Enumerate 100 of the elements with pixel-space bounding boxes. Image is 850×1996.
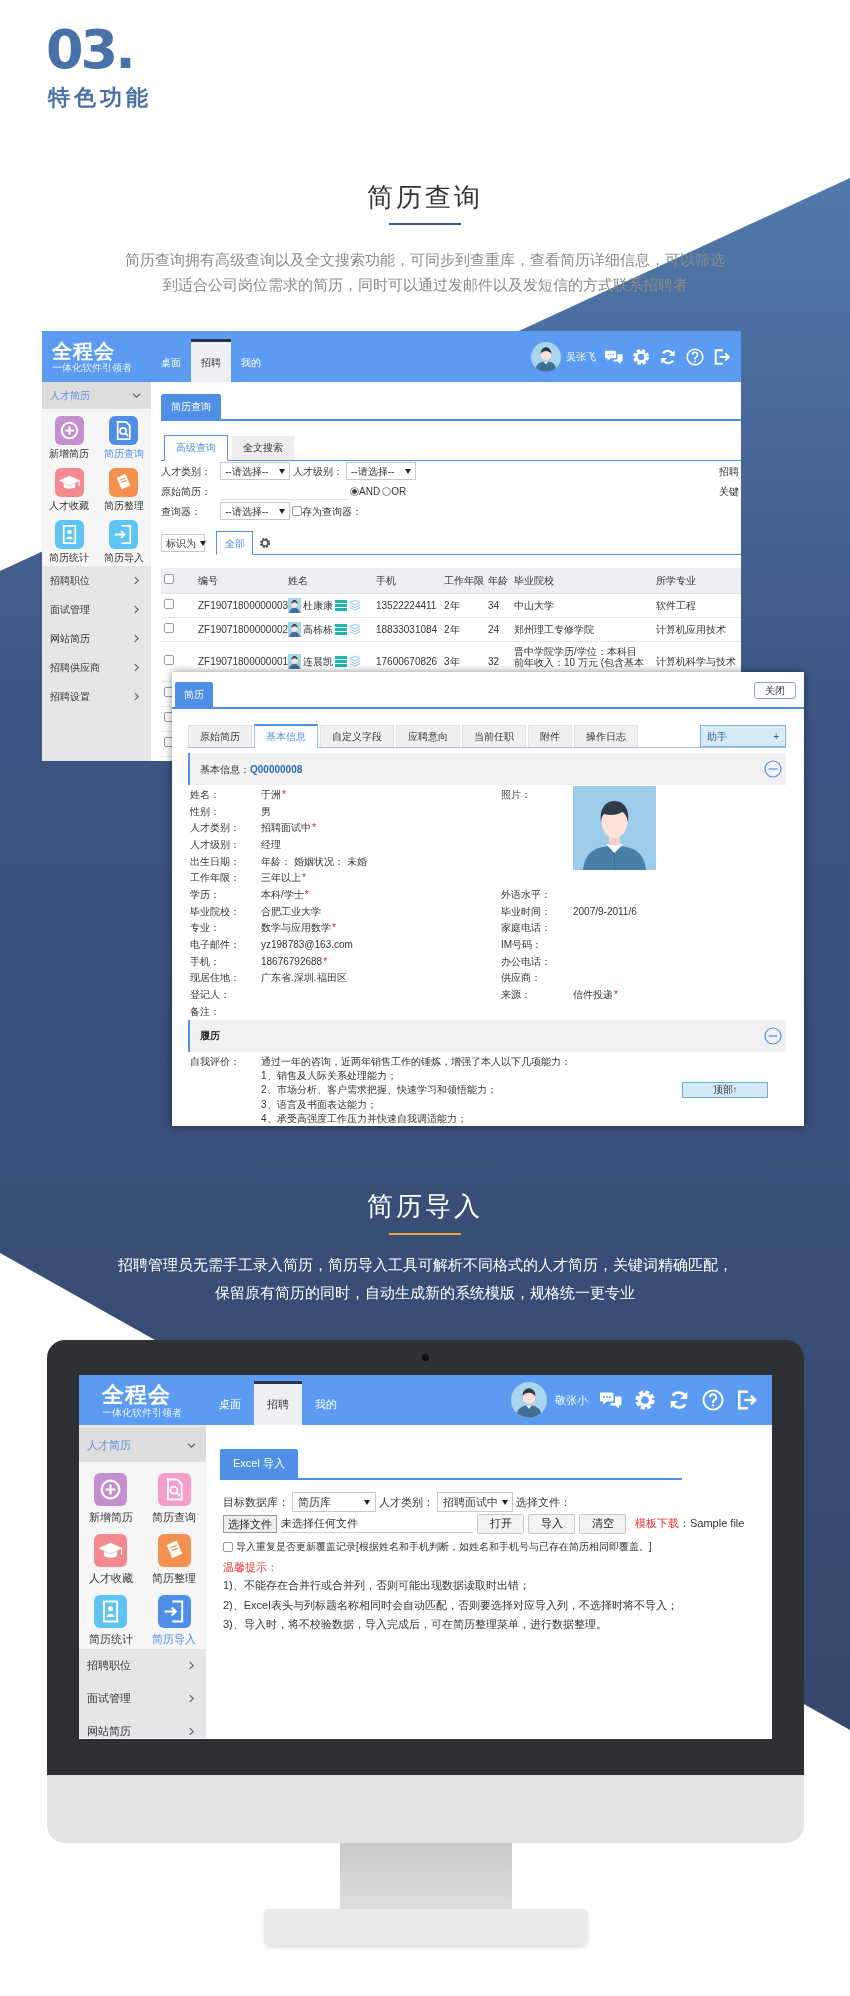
tip-text: 3)、导入时，将不校验数据，导入完成后，可在简历整理菜单，进行数据整理。 xyxy=(222,1617,608,1632)
settings-icon[interactable] xyxy=(259,536,271,549)
dropdown[interactable]: --请选择-- xyxy=(220,462,290,480)
refresh-icon[interactable] xyxy=(668,1389,690,1411)
resume-tab[interactable]: 当前任职 xyxy=(462,725,526,747)
field-label: 毕业时间： xyxy=(501,904,552,919)
sidebar-shortcut[interactable]: 新增简历 xyxy=(42,416,97,460)
sidebar-menu-item[interactable]: 招聘职位 xyxy=(42,566,151,595)
checkbox[interactable] xyxy=(164,598,174,609)
field-label: 人才类别： xyxy=(379,1494,434,1510)
sidebar-menu-item[interactable]: 网站简历 xyxy=(42,624,151,653)
sidebar-menu-item[interactable]: 面试管理 xyxy=(79,1682,206,1715)
checkbox[interactable] xyxy=(223,1541,233,1552)
column-header: 编号 xyxy=(195,568,285,593)
field-label: 人才级别： xyxy=(190,837,241,852)
resume-tab[interactable]: 应聘意向 xyxy=(396,725,460,747)
sidebar-shortcut[interactable]: 人才收藏 xyxy=(79,1534,143,1584)
user-avatar-icon[interactable] xyxy=(531,341,561,372)
resume-tab[interactable]: 操作日志 xyxy=(574,725,638,747)
sidebar-shortcut[interactable]: 简历查询 xyxy=(142,1473,206,1523)
action-button[interactable]: 打开 xyxy=(477,1513,524,1534)
resume-tab[interactable]: 基本信息 xyxy=(254,724,318,748)
field-label: 家庭电话： xyxy=(501,921,552,936)
assistant-dropdown[interactable]: 助手 + xyxy=(700,725,786,747)
search-tab[interactable]: 全文搜索 xyxy=(232,436,294,460)
user-avatar-icon[interactable] xyxy=(511,1382,547,1418)
file-name-field[interactable]: 未选择任何文件 xyxy=(281,1514,473,1533)
action-button[interactable]: 导入 xyxy=(528,1513,575,1534)
field-label: 性别： xyxy=(190,804,221,819)
field-label: 现居住地： xyxy=(190,971,241,986)
dropdown[interactable]: 简历库 xyxy=(292,1492,376,1512)
resume-code: Q00000008 xyxy=(250,762,303,777)
back-to-top-button[interactable]: 顶部↑ xyxy=(682,1081,768,1098)
dropdown[interactable]: 招聘面试中 xyxy=(437,1492,513,1512)
required-mark: * xyxy=(312,821,316,836)
section-title: 简历查询 xyxy=(367,183,483,211)
resume-tab[interactable]: 附件 xyxy=(528,725,572,747)
sidebar-menu-item[interactable]: 网站简历 xyxy=(79,1715,206,1739)
dropdown[interactable]: 标识为 xyxy=(161,534,205,552)
field-label: 招聘 xyxy=(719,464,739,479)
field-label: 查询器： xyxy=(161,504,202,519)
field-label: 人才级别： xyxy=(293,464,343,479)
sidebar-shortcut[interactable]: 简历统计 xyxy=(42,520,97,564)
caret-icon xyxy=(405,468,411,474)
radio-label[interactable]: OR xyxy=(391,483,407,499)
help-icon[interactable] xyxy=(702,1389,724,1411)
column-header: 年龄 xyxy=(485,568,511,593)
checkbox[interactable] xyxy=(292,506,302,516)
choose-file-button[interactable]: 选择文件 xyxy=(223,1514,277,1533)
collapse-icon[interactable] xyxy=(764,760,782,778)
sidebar-shortcut[interactable]: 人才收藏 xyxy=(42,468,97,512)
radio-button[interactable] xyxy=(350,486,359,496)
sidebar-shortcut[interactable]: 简历整理 xyxy=(96,468,151,512)
field-label: 出生日期： xyxy=(190,854,241,869)
nav-tab[interactable]: 招聘 xyxy=(254,1381,302,1425)
radio-button[interactable] xyxy=(382,486,392,496)
field-label: 外语水平： xyxy=(501,887,552,902)
field-value: 男 xyxy=(261,804,271,819)
section-title: 简历导入 xyxy=(367,1192,483,1220)
close-button[interactable]: 关闭 xyxy=(754,682,796,699)
table-cell: 前年收入：10 万元 (包含基本 xyxy=(514,657,644,669)
sidebar-shortcut[interactable]: 简历导入 xyxy=(96,520,151,564)
section-number: 03. xyxy=(46,24,133,76)
checkbox[interactable] xyxy=(164,573,174,584)
sidebar-shortcut[interactable]: 简历统计 xyxy=(79,1595,143,1645)
checkbox[interactable] xyxy=(164,622,174,633)
dropdown[interactable]: --请选择-- xyxy=(220,502,290,520)
logout-icon[interactable] xyxy=(713,347,731,366)
sidebar-menu-item[interactable]: 面试管理 xyxy=(42,595,151,624)
sidebar-shortcut[interactable]: 简历整理 xyxy=(142,1534,206,1584)
heading-title: 特色功能 xyxy=(48,86,152,110)
avatar-icon xyxy=(288,621,301,637)
collapse-icon[interactable] xyxy=(764,1026,782,1045)
list-tab[interactable]: 全部 xyxy=(216,531,253,555)
nav-tab[interactable]: 招聘 xyxy=(191,339,231,382)
table-cell: 24 xyxy=(488,623,500,635)
action-button[interactable]: 清空 xyxy=(579,1513,626,1534)
template-download-link[interactable]: 模板下载 xyxy=(635,1515,679,1532)
radio-label[interactable]: AND xyxy=(359,483,381,499)
sidebar-menu-item[interactable]: 招聘供应商 xyxy=(42,653,151,682)
field-label: 目标数据库： xyxy=(223,1494,289,1510)
resume-tab[interactable]: 原始简历 xyxy=(188,725,252,747)
checkbox[interactable] xyxy=(164,654,174,665)
table-cell-text: 杜康康 xyxy=(303,598,333,613)
logout-icon[interactable] xyxy=(736,1389,758,1411)
sidebar-menu-item[interactable]: 招聘设置 xyxy=(42,682,151,711)
sidebar-shortcut[interactable]: 新增简历 xyxy=(79,1473,143,1523)
table-cell: 计算机应用技术 xyxy=(656,623,726,635)
checkbox-label[interactable]: 导入重复是否更新覆盖记录[根据姓名和手机判断，如姓名和手机号与已存在简历相同即覆盖。] xyxy=(236,1539,652,1554)
avatar-icon xyxy=(288,653,301,669)
help-icon[interactable] xyxy=(686,347,704,366)
sidebar-menu-item[interactable]: 招聘职位 xyxy=(79,1649,206,1682)
field-label: 照片： xyxy=(501,787,532,802)
resume-tab[interactable]: 自定义字段 xyxy=(320,725,394,747)
table-cell-text: 连晨凯 xyxy=(303,654,333,669)
dropdown[interactable]: --请选择-- xyxy=(346,462,416,480)
caret-icon xyxy=(364,1499,370,1505)
refresh-icon[interactable] xyxy=(659,347,677,366)
checkbox-label[interactable]: 存为查询器： xyxy=(302,503,362,519)
logo-slogan: 一体化软件引领者 xyxy=(102,1406,183,1418)
